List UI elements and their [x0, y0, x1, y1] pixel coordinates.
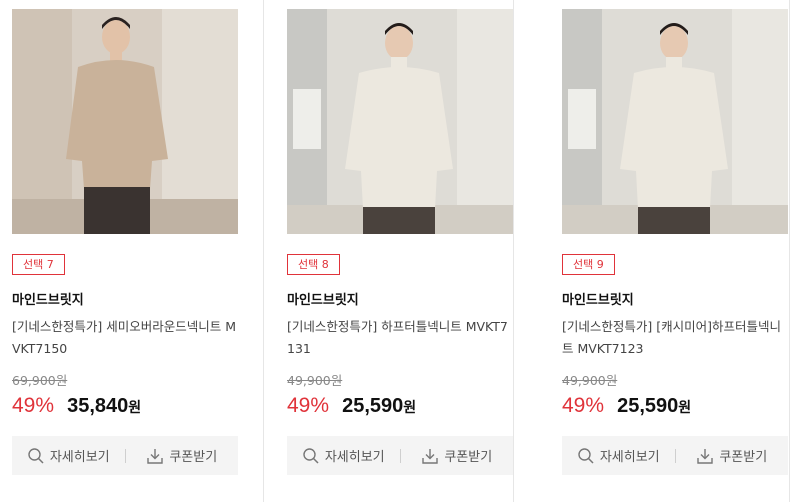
price-row: 49% 25,590원 — [562, 394, 691, 418]
product-name[interactable]: [기네스한정특가] 세미오버라운드넥니트 MVKT7150 — [12, 316, 240, 360]
price-unit: 원 — [128, 400, 142, 416]
product-image[interactable] — [12, 9, 238, 234]
discount-rate: 49% — [287, 394, 330, 417]
detail-button[interactable]: 자세히보기 — [287, 446, 400, 465]
detail-label: 자세히보기 — [599, 450, 660, 465]
download-icon — [147, 448, 164, 464]
choice-badge: 선택 7 — [12, 254, 65, 275]
price-row: 49% 25,590원 — [287, 394, 416, 418]
brand-name[interactable]: 마인드브릿지 — [562, 289, 634, 308]
detail-label: 자세히보기 — [49, 450, 110, 465]
detail-button[interactable]: 자세히보기 — [12, 446, 125, 465]
detail-button[interactable]: 자세히보기 — [562, 446, 675, 465]
product-card[interactable]: 선택 8 마인드브릿지 [기네스한정특가] 하프터틀넥니트 MVKT7131 4… — [263, 0, 514, 502]
price-unit: 원 — [403, 400, 417, 416]
product-name[interactable]: [기네스한정특가] 하프터틀넥니트 MVKT7131 — [287, 316, 515, 360]
search-icon — [578, 447, 594, 464]
sale-price: 25,590 — [617, 395, 679, 417]
product-grid: 선택 7 마인드브릿지 [기네스한정특가] 세미오버라운드넥니트 MVKT715… — [0, 0, 801, 502]
coupon-label: 쿠폰받기 — [719, 450, 768, 465]
product-image[interactable] — [562, 9, 788, 234]
download-icon — [697, 448, 714, 464]
sale-price: 25,590 — [342, 395, 404, 417]
coupon-button[interactable]: 쿠폰받기 — [676, 446, 789, 465]
choice-badge: 선택 8 — [287, 254, 340, 275]
coupon-button[interactable]: 쿠폰받기 — [401, 446, 514, 465]
coupon-label: 쿠폰받기 — [169, 450, 218, 465]
card-actions: 자세히보기 쿠폰받기 — [12, 436, 238, 475]
coupon-button[interactable]: 쿠폰받기 — [126, 446, 239, 465]
choice-badge: 선택 9 — [562, 254, 615, 275]
model-photo — [287, 9, 513, 234]
card-actions: 자세히보기 쿠폰받기 — [562, 436, 788, 475]
product-name[interactable]: [기네스한정특가] [캐시미어]하프터틀넥니트 MVKT7123 — [562, 316, 790, 360]
model-photo — [12, 9, 238, 234]
product-card[interactable]: 선택 7 마인드브릿지 [기네스한정특가] 세미오버라운드넥니트 MVKT715… — [0, 0, 251, 502]
product-card[interactable]: 선택 9 마인드브릿지 [기네스한정특가] [캐시미어]하프터틀넥니트 MVKT… — [540, 0, 790, 502]
price-row: 49% 35,840원 — [12, 394, 141, 418]
model-photo — [562, 9, 788, 234]
search-icon — [28, 447, 44, 464]
brand-name[interactable]: 마인드브릿지 — [12, 289, 84, 308]
original-price: 49,900원 — [562, 373, 618, 388]
coupon-label: 쿠폰받기 — [444, 450, 493, 465]
price-unit: 원 — [678, 400, 692, 416]
product-image[interactable] — [287, 9, 513, 234]
search-icon — [303, 447, 319, 464]
brand-name[interactable]: 마인드브릿지 — [287, 289, 359, 308]
discount-rate: 49% — [562, 394, 605, 417]
discount-rate: 49% — [12, 394, 55, 417]
download-icon — [422, 448, 439, 464]
original-price: 69,900원 — [12, 373, 68, 388]
original-price: 49,900원 — [287, 373, 343, 388]
detail-label: 자세히보기 — [324, 450, 385, 465]
card-actions: 자세히보기 쿠폰받기 — [287, 436, 513, 475]
sale-price: 35,840 — [67, 395, 129, 417]
